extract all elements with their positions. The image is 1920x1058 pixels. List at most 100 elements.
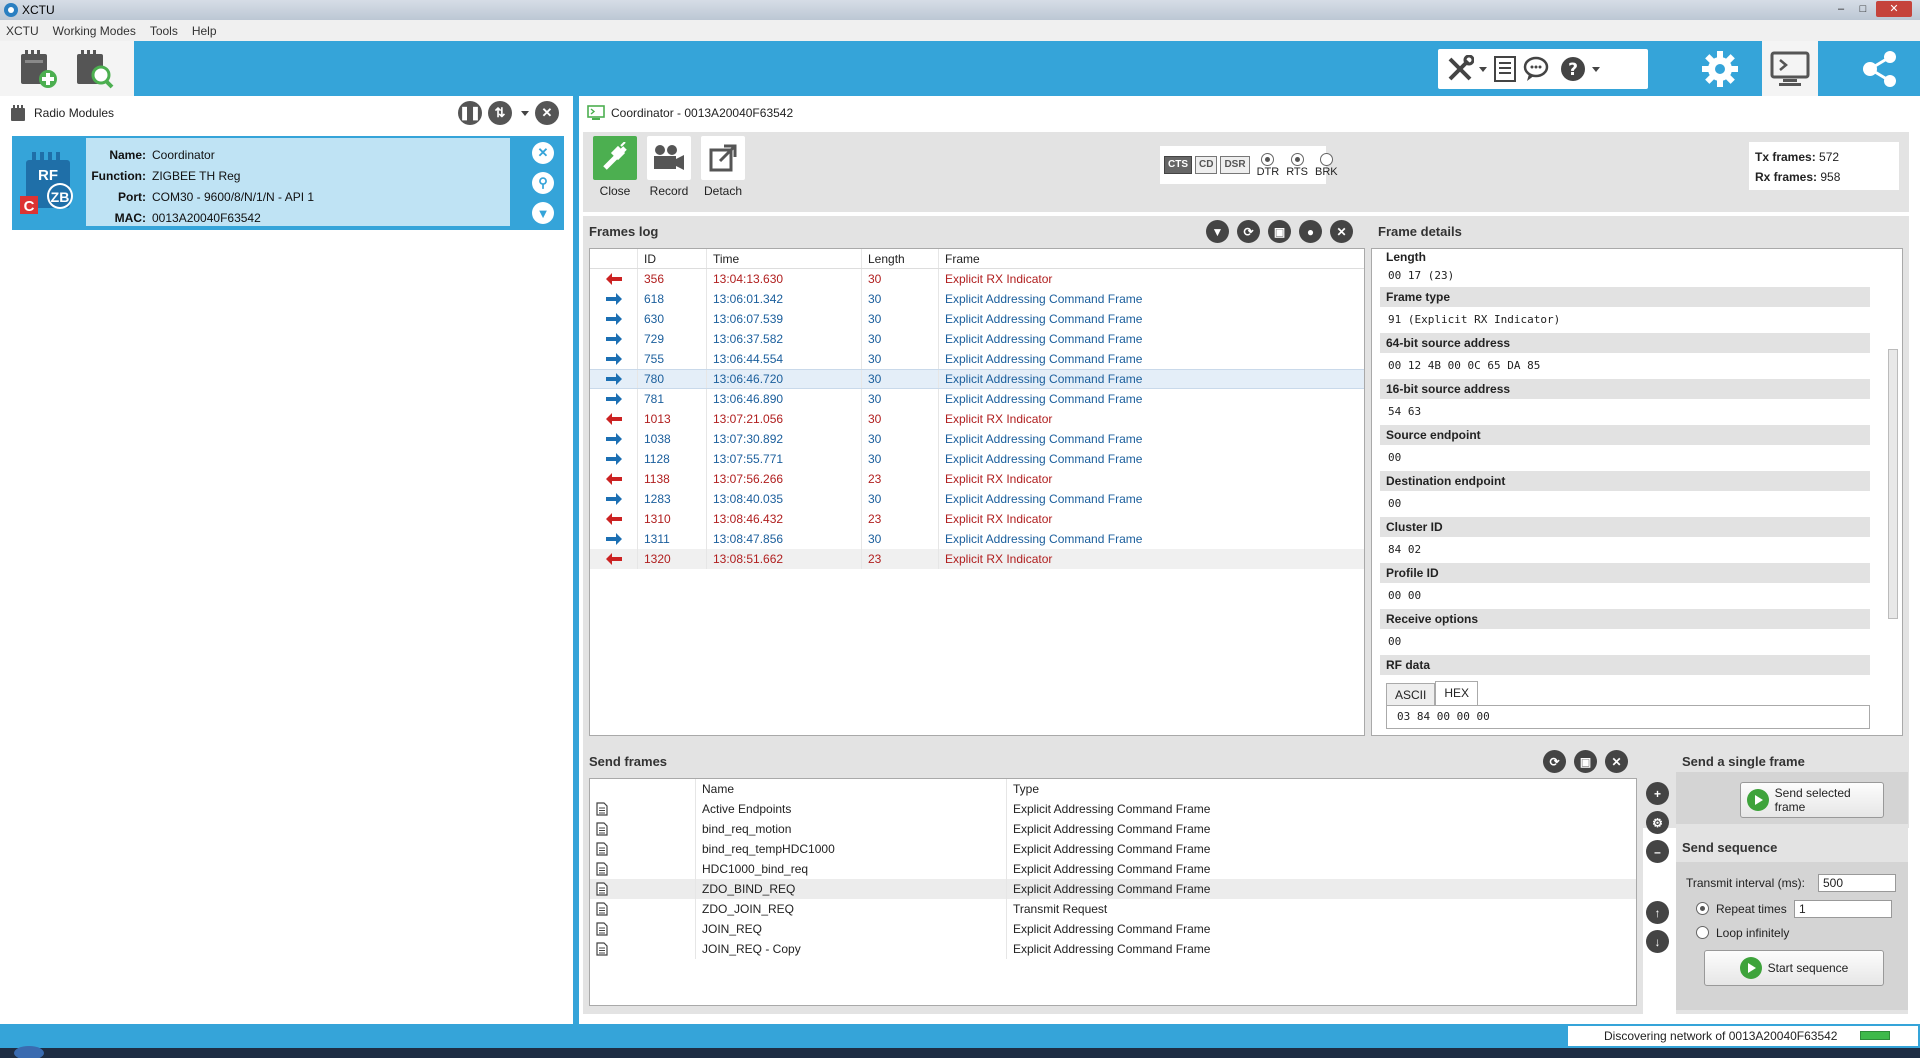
close-connection-button[interactable]: Close: [589, 136, 641, 198]
frame-id: 780: [638, 370, 707, 388]
brk-toggle[interactable]: BRK: [1315, 152, 1338, 178]
configuration-mode-button[interactable]: [1692, 41, 1748, 96]
list-item[interactable]: bind_req_motion Explicit Addressing Comma…: [590, 819, 1636, 839]
rf-data-tabs: ASCII HEX: [1380, 681, 1870, 705]
column-time[interactable]: Time: [707, 249, 862, 268]
detail-field-value: 00 00: [1388, 589, 1422, 602]
rts-toggle[interactable]: RTS: [1286, 152, 1308, 178]
transmit-interval-input[interactable]: 500: [1818, 874, 1896, 892]
add-radio-module-button[interactable]: [16, 47, 60, 91]
table-row[interactable]: 1038 13:07:30.892 30 Explicit Addressing Co…: [590, 429, 1364, 449]
menu-help[interactable]: Help: [192, 24, 217, 38]
list-item[interactable]: HDC1000_bind_req Explicit Addressing Comm…: [590, 859, 1636, 879]
repeat-times-input[interactable]: 1: [1794, 900, 1892, 918]
minimize-icon[interactable]: –: [1832, 1, 1850, 17]
lock-icon[interactable]: ●: [1299, 220, 1322, 243]
menu-working-modes[interactable]: Working Modes: [53, 24, 136, 38]
received-arrow-icon: [590, 549, 638, 569]
table-row[interactable]: 1310 13:08:46.432 23 Explicit RX Indicator: [590, 509, 1364, 529]
send-selected-frame-button[interactable]: Send selected frame: [1740, 782, 1884, 818]
discover-radio-modules-button[interactable]: [72, 47, 116, 91]
table-row[interactable]: 1320 13:08:51.662 23 Explicit RX Indicator: [590, 549, 1364, 569]
share-icon[interactable]: ⚲: [532, 172, 554, 194]
frames-list-button[interactable]: [1493, 53, 1517, 85]
details-scrollbar[interactable]: [1886, 251, 1900, 735]
move-down-icon[interactable]: ↓: [1646, 930, 1669, 953]
tab-ascii[interactable]: ASCII: [1386, 683, 1436, 705]
move-up-icon[interactable]: ↑: [1646, 901, 1669, 924]
clear-frames-icon[interactable]: ✕: [1605, 750, 1628, 773]
column-id[interactable]: ID: [638, 249, 707, 268]
network-mode-button[interactable]: [1852, 41, 1908, 96]
window-close-icon[interactable]: ✕: [1876, 1, 1912, 17]
list-item[interactable]: ZDO_JOIN_REQ Transmit Request: [590, 899, 1636, 919]
menu-tools[interactable]: Tools: [150, 24, 178, 38]
frame-length: 23: [862, 549, 939, 569]
table-row[interactable]: 1128 13:07:55.771 30 Explicit Addressing Co…: [590, 449, 1364, 469]
table-row[interactable]: 755 13:06:44.554 30 Explicit Addressing Com…: [590, 349, 1364, 369]
help-menu-button[interactable]: ?: [1559, 53, 1600, 85]
table-row[interactable]: 618 13:06:01.342 30 Explicit Addressing Com…: [590, 289, 1364, 309]
table-row[interactable]: 356 13:04:13.630 30 Explicit RX Indicator: [590, 269, 1364, 289]
loop-infinitely-radio[interactable]: [1696, 926, 1709, 939]
sent-arrow-icon: [590, 370, 638, 388]
table-row[interactable]: 1283 13:08:40.035 30 Explicit Addressing Co…: [590, 489, 1364, 509]
send-frame-type: Explicit Addressing Command Frame: [1013, 922, 1211, 936]
document-icon: [590, 859, 696, 879]
add-frame-icon[interactable]: +: [1646, 782, 1669, 805]
edit-frame-gear-icon[interactable]: ⚙: [1646, 811, 1669, 834]
list-item[interactable]: ZDO_BIND_REQ Explicit Addressing Command …: [590, 879, 1636, 899]
column-length[interactable]: Length: [862, 249, 939, 268]
send-frame-name: JOIN_REQ - Copy: [696, 939, 1007, 959]
detach-button[interactable]: Detach: [697, 136, 749, 198]
radio-module-card[interactable]: RF ZB C Name: Coordinator Function: ZIGBEE…: [12, 136, 564, 230]
name-label: Name:: [109, 147, 146, 162]
start-sequence-button[interactable]: Start sequence: [1704, 950, 1884, 986]
tab-hex[interactable]: HEX: [1435, 681, 1479, 705]
scrollbar-thumb[interactable]: [1888, 349, 1898, 619]
remove-all-modules-icon[interactable]: ✕: [535, 101, 559, 125]
tools-menu-button[interactable]: [1446, 53, 1487, 85]
direction-column: [590, 249, 638, 268]
sent-arrow-icon: [590, 449, 638, 469]
consoles-mode-button[interactable]: [1762, 41, 1818, 96]
table-row[interactable]: 1013 13:07:21.056 30 Explicit RX Indicator: [590, 409, 1364, 429]
list-item[interactable]: JOIN_REQ - Copy Explicit Addressing Comma…: [590, 939, 1636, 959]
filter-icon[interactable]: ▼: [1206, 220, 1229, 243]
repeat-times-radio[interactable]: [1696, 902, 1709, 915]
list-item[interactable]: JOIN_REQ Explicit Addressing Command Fram…: [590, 919, 1636, 939]
save-frames-icon[interactable]: ▣: [1574, 750, 1597, 773]
rx-frames-label: Rx frames:: [1755, 170, 1818, 184]
table-row[interactable]: 630 13:06:07.539 30 Explicit Addressing Com…: [590, 309, 1364, 329]
table-row[interactable]: 729 13:06:37.582 30 Explicit Addressing Com…: [590, 329, 1364, 349]
menu-xctu[interactable]: XCTU: [6, 24, 39, 38]
feedback-button[interactable]: [1523, 53, 1553, 85]
window-title: XCTU: [22, 3, 55, 17]
list-item[interactable]: Active Endpoints Explicit Addressing Comm…: [590, 799, 1636, 819]
table-row[interactable]: 1138 13:07:56.266 23 Explicit RX Indicator: [590, 469, 1364, 489]
record-button[interactable]: Record: [643, 136, 695, 198]
frame-id: 1310: [638, 509, 707, 529]
load-frames-icon[interactable]: ⟳: [1543, 750, 1566, 773]
expand-down-icon[interactable]: ▼: [532, 202, 554, 224]
maximize-icon[interactable]: □: [1854, 1, 1872, 17]
column-name[interactable]: Name: [696, 779, 1007, 799]
sort-icon[interactable]: ⇅: [488, 101, 512, 125]
table-row[interactable]: 780 13:06:46.720 30 Explicit Addressing Com…: [590, 369, 1364, 389]
table-row[interactable]: 781 13:06:46.890 30 Explicit Addressing Com…: [590, 389, 1364, 409]
clear-log-icon[interactable]: ✕: [1330, 220, 1353, 243]
chevron-down-icon[interactable]: [521, 110, 529, 116]
remove-frame-icon[interactable]: –: [1646, 840, 1669, 863]
columns-view-icon[interactable]: ❚❚: [458, 101, 482, 125]
column-frame[interactable]: Frame: [939, 249, 1364, 268]
list-item[interactable]: bind_req_tempHDC1000 Explicit Addressing …: [590, 839, 1636, 859]
table-row[interactable]: 1311 13:08:47.856 30 Explicit Addressing Co…: [590, 529, 1364, 549]
save-icon[interactable]: ▣: [1268, 220, 1291, 243]
start-orb-icon[interactable]: [14, 1046, 44, 1058]
console-title: Coordinator - 0013A20040F63542: [611, 106, 794, 120]
column-type[interactable]: Type: [1007, 779, 1636, 799]
load-session-icon[interactable]: ⟳: [1237, 220, 1260, 243]
remove-module-icon[interactable]: ✕: [532, 142, 554, 164]
dtr-toggle[interactable]: DTR: [1257, 152, 1279, 178]
frame-id: 1283: [638, 489, 707, 509]
